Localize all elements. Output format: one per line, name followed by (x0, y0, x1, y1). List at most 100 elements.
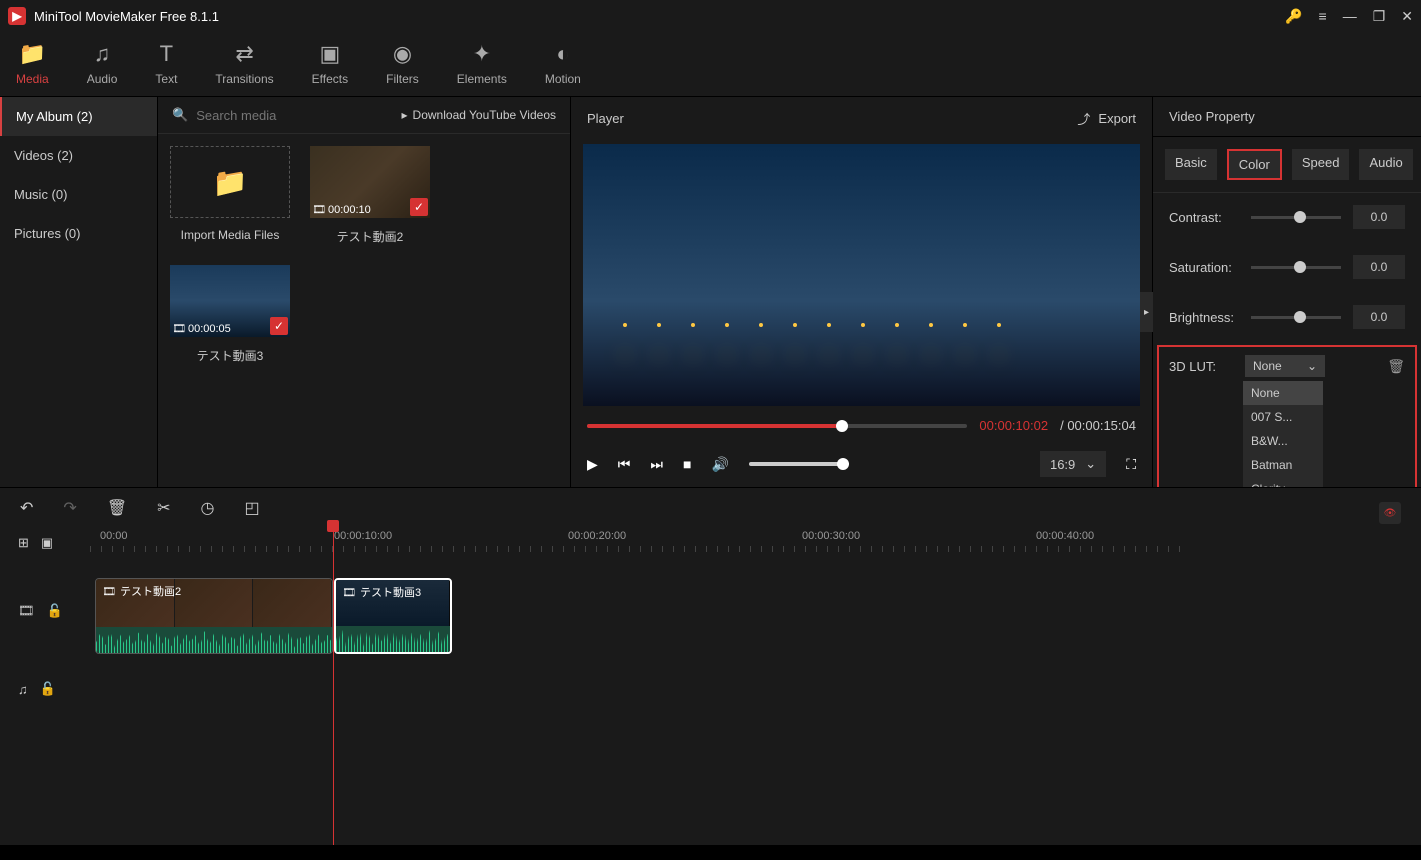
tab-media[interactable]: 📁Media (8, 32, 57, 96)
brightness-slider[interactable] (1251, 316, 1341, 319)
saturation-label: Saturation: (1169, 260, 1239, 275)
app-logo-icon: ▶ (8, 7, 26, 25)
fullscreen-button[interactable]: ⛶ (1126, 456, 1136, 473)
aspect-ratio-select[interactable]: 16:9⌄ (1040, 451, 1106, 477)
playhead[interactable] (333, 528, 334, 845)
sidebar-item-music[interactable]: Music (0) (0, 175, 157, 214)
audio-track-icon: ♫ (18, 682, 28, 697)
lut-option[interactable]: None (1243, 381, 1323, 405)
current-time: 00:00:10:02 (979, 418, 1048, 433)
folder-icon: 📁 (19, 42, 46, 66)
music-note-icon: ♫ (94, 42, 111, 66)
stop-button[interactable]: ■ (683, 456, 691, 472)
tab-elements[interactable]: ✦Elements (449, 32, 515, 96)
tab-transitions[interactable]: ⇄Transitions (207, 32, 281, 96)
prop-tab-color[interactable]: Color (1227, 149, 1282, 180)
lut-option[interactable]: B&W... (1243, 429, 1323, 453)
menu-icon[interactable]: ≡ (1319, 8, 1327, 24)
property-panel: ▸ Video Property Basic Color Speed Audio… (1153, 97, 1421, 487)
close-icon[interactable]: ✕ (1401, 8, 1413, 25)
player-viewport[interactable] (583, 144, 1140, 406)
lut-option[interactable]: Batman (1243, 453, 1323, 477)
maximize-icon[interactable]: ❐ (1373, 8, 1386, 25)
key-icon[interactable]: 🔑 (1285, 8, 1302, 25)
lut-option[interactable]: 007 S... (1243, 405, 1323, 429)
track-add-icon[interactable]: ⊞ (18, 535, 29, 551)
contrast-label: Contrast: (1169, 210, 1239, 225)
contrast-value[interactable]: 0.0 (1353, 205, 1405, 229)
prop-tab-audio[interactable]: Audio (1359, 149, 1412, 180)
media-panel: 🔍 ▸Download YouTube Videos 📁 Import Medi… (158, 97, 571, 487)
sidebar-item-myalbum[interactable]: My Album (2) (0, 97, 157, 136)
timeline-badge-icon[interactable]: 👁 (1379, 502, 1401, 524)
saturation-slider[interactable] (1251, 266, 1341, 269)
player-scrubber[interactable] (587, 424, 967, 428)
media-sidebar: My Album (2) Videos (2) Music (0) Pictur… (0, 97, 158, 487)
elements-icon: ✦ (473, 42, 491, 66)
lut-select[interactable]: None⌄ (1245, 355, 1325, 377)
redo-button[interactable]: ↷ (63, 498, 76, 518)
split-button[interactable]: ✂ (157, 498, 170, 518)
tab-text[interactable]: TText (147, 32, 185, 96)
import-label: Import Media Files (170, 228, 290, 242)
collapse-panel-button[interactable]: ▸ (1140, 292, 1153, 332)
timeline-clip[interactable]: 🎞テスト動画2 (95, 578, 333, 654)
export-icon: ⤴ (1077, 109, 1090, 128)
lock-icon[interactable]: 🔓 (40, 681, 56, 697)
film-icon: 🎞 (102, 585, 116, 598)
player-panel: Player ⤴Export 00:00:10:02 / 00:00:15:04… (571, 97, 1153, 487)
tab-filters[interactable]: ◉Filters (378, 32, 427, 96)
brightness-label: Brightness: (1169, 310, 1239, 325)
sidebar-item-videos[interactable]: Videos (2) (0, 136, 157, 175)
tab-motion[interactable]: ◐Motion (537, 32, 589, 96)
brightness-value[interactable]: 0.0 (1353, 305, 1405, 329)
titlebar: ▶ MiniTool MovieMaker Free 8.1.1 🔑 ≡ — ❐… (0, 0, 1421, 32)
tab-audio[interactable]: ♫Audio (79, 32, 126, 96)
timeline-clip[interactable]: 🎞テスト動画3 (334, 578, 452, 654)
film-icon: 🎞 (312, 203, 326, 216)
prev-frame-button[interactable]: ⏮ (618, 456, 631, 473)
property-title: Video Property (1153, 97, 1421, 137)
speed-button[interactable]: ◷ (201, 498, 215, 518)
effects-icon: ▣ (319, 42, 340, 66)
download-youtube-link[interactable]: ▸Download YouTube Videos (402, 108, 556, 122)
undo-button[interactable]: ↶ (20, 498, 33, 518)
filters-icon: ◉ (393, 42, 412, 66)
crop-button[interactable]: ◰ (245, 498, 260, 518)
app-title: MiniTool MovieMaker Free 8.1.1 (34, 9, 219, 24)
search-input[interactable] (196, 108, 393, 123)
chevron-down-icon: ⌄ (1085, 456, 1096, 472)
film-icon: 🎞 (342, 586, 356, 599)
chevron-down-icon: ⌄ (1307, 359, 1317, 373)
text-icon: T (160, 42, 173, 66)
sidebar-item-pictures[interactable]: Pictures (0) (0, 214, 157, 253)
contrast-slider[interactable] (1251, 216, 1341, 219)
timeline-ruler[interactable]: 00:00 00:00:10:00 00:00:20:00 00:00:30:0… (90, 530, 1421, 556)
import-media-tile[interactable]: 📁 (170, 146, 290, 218)
audio-track: ♫ 🔓 (0, 674, 1421, 704)
check-icon: ✓ (270, 317, 288, 335)
play-button[interactable]: ▶ (587, 456, 598, 473)
next-frame-button[interactable]: ⏭ (650, 456, 663, 473)
volume-icon[interactable]: 🔊 (711, 456, 728, 473)
lock-icon[interactable]: 🔓 (47, 603, 63, 619)
player-title: Player (587, 111, 624, 126)
total-time: / 00:00:15:04 (1060, 418, 1136, 433)
media-item[interactable]: 🎞00:00:10 ✓ テスト動画2 (310, 146, 430, 245)
minimize-icon[interactable]: — (1343, 8, 1357, 24)
prop-tab-speed[interactable]: Speed (1292, 149, 1350, 180)
track-layers-icon[interactable]: ▣ (41, 535, 53, 551)
trash-icon[interactable]: 🗑 (1387, 358, 1405, 375)
lut-label: 3D LUT: (1169, 359, 1237, 374)
tab-effects[interactable]: ▣Effects (304, 32, 356, 96)
prop-tab-basic[interactable]: Basic (1165, 149, 1217, 180)
saturation-value[interactable]: 0.0 (1353, 255, 1405, 279)
delete-button[interactable]: 🗑 (107, 498, 127, 518)
volume-slider[interactable] (749, 462, 849, 466)
timeline: ↶ ↷ 🗑 ✂ ◷ ◰ 👁 ○ ⊕ ⊞ ▣ 00:00 00:00:10:00 … (0, 487, 1421, 845)
media-item[interactable]: 🎞00:00:05 ✓ テスト動画3 (170, 265, 290, 364)
search-icon: 🔍 (172, 107, 188, 123)
export-button[interactable]: ⤴Export (1077, 109, 1136, 128)
main-tabs: 📁Media ♫Audio TText ⇄Transitions ▣Effect… (0, 32, 1421, 97)
video-track: 🎞 🔓 🎞テスト動画2 🎞テスト動画3 (0, 576, 1421, 646)
